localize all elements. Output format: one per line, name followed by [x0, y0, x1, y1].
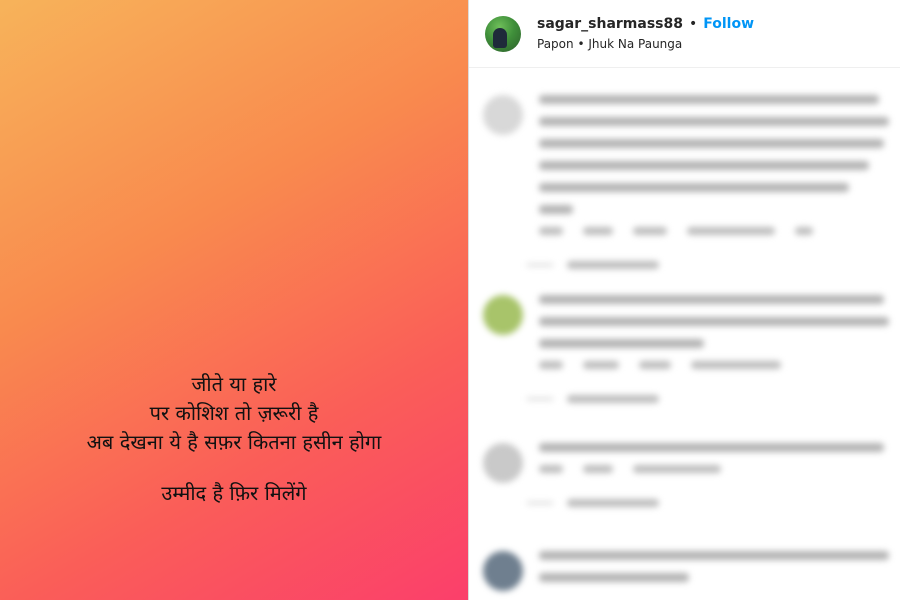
comment-avatar[interactable]	[483, 443, 523, 483]
header-info: sagar_sharmass88 • Follow Papon • Jhuk N…	[537, 16, 754, 51]
comments-panel: sagar_sharmass88 • Follow Papon • Jhuk N…	[469, 0, 900, 600]
audio-info[interactable]: Papon • Jhuk Na Paunga	[537, 37, 754, 51]
post-header: sagar_sharmass88 • Follow Papon • Jhuk N…	[469, 0, 900, 68]
quote-line-2: पर कोशिश तो ज़रूरी है	[149, 401, 319, 425]
post-quote: जीते या हारे पर कोशिश तो ज़रूरी है अब दे…	[0, 370, 468, 508]
audio-artist: Papon	[537, 37, 574, 51]
post-image: जीते या हारे पर कोशिश तो ज़रूरी है अब दे…	[0, 0, 468, 600]
quote-line-4: उम्मीद है फ़िर मिलेंगे	[161, 481, 307, 505]
quote-line-3: अब देखना ये है सफ़र कितना हसीन होगा	[86, 430, 382, 454]
audio-bullet: •	[577, 37, 585, 51]
quote-line-1: जीते या हारे	[191, 372, 277, 396]
username-link[interactable]: sagar_sharmass88	[537, 16, 683, 32]
instagram-post-viewer: जीते या हारे पर कोशिश तो ज़रूरी है अब दे…	[0, 0, 900, 600]
user-avatar[interactable]	[485, 15, 521, 52]
follow-button[interactable]: Follow	[703, 16, 754, 32]
separator-dot: •	[689, 16, 698, 32]
audio-title: Jhuk Na Paunga	[588, 37, 683, 51]
comment-avatar[interactable]	[483, 95, 523, 135]
comment-avatar[interactable]	[483, 295, 523, 335]
comment-avatar[interactable]	[483, 551, 523, 591]
comments-list-blurred	[469, 69, 900, 600]
